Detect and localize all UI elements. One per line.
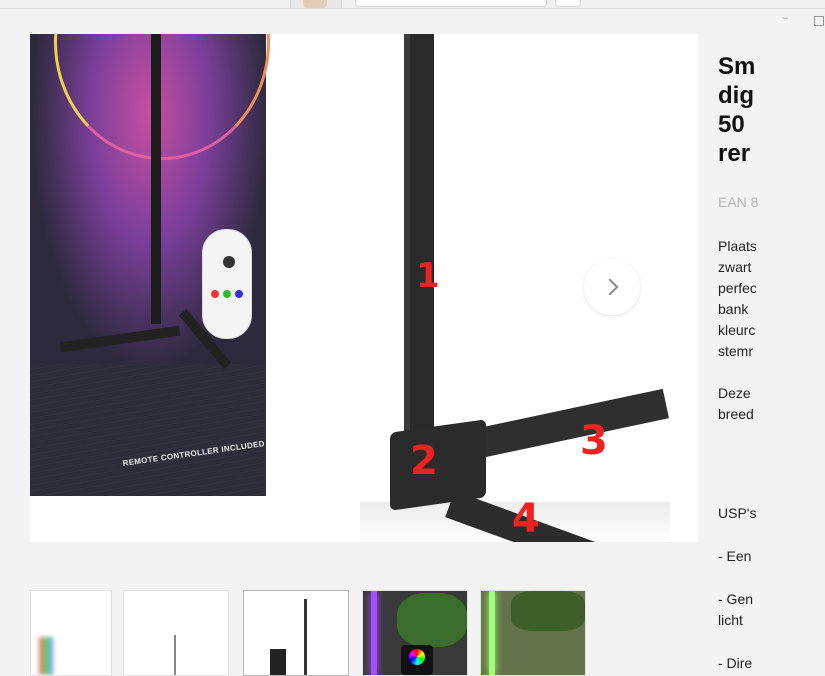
thumbnail-2[interactable] <box>123 590 229 676</box>
thumb-phone <box>401 645 433 675</box>
address-bar[interactable] <box>355 0 547 7</box>
description-line: kleurc <box>718 322 756 338</box>
title-line: rer <box>718 140 751 167</box>
thumb-glow <box>39 637 53 675</box>
thumbnail-strip <box>30 590 698 676</box>
thumbnail-1[interactable] <box>30 590 112 676</box>
thumbnail-4[interactable] <box>362 590 468 676</box>
annotation-4: 4 <box>512 496 540 542</box>
browser-top-strip <box>0 0 825 9</box>
box-line-pattern <box>30 364 266 496</box>
thumb-plant <box>511 591 585 631</box>
chevron-right-icon <box>601 278 619 296</box>
lamp-base-arm <box>476 388 669 458</box>
thumb-box <box>270 649 286 675</box>
thumbnail-3[interactable] <box>243 590 349 676</box>
lamp-pole <box>151 34 161 324</box>
maximize-icon[interactable] <box>814 16 824 26</box>
thumb-light <box>489 591 495 675</box>
next-image-button[interactable] <box>584 259 640 315</box>
annotation-3: 3 <box>580 418 608 464</box>
usp-item: - Dire <box>718 655 753 671</box>
title-line: Sm <box>718 53 756 80</box>
usp-item: licht <box>718 612 743 628</box>
remote-control-image <box>202 229 252 339</box>
toolbar-button[interactable] <box>555 0 581 7</box>
product-info: Sm dig 50 rer EAN 8 Plaats zwart perfec … <box>718 34 825 674</box>
description-line: zwart <box>718 259 752 275</box>
color-wheel <box>409 649 425 665</box>
ean-label: EAN 8 <box>718 194 758 210</box>
product-title: Sm dig 50 rer <box>718 52 778 168</box>
lamp-joint <box>390 419 486 511</box>
thumb-light <box>371 591 377 675</box>
annotation-2: 2 <box>410 438 438 484</box>
description-line: Plaats <box>718 238 756 254</box>
annotation-1: 1 <box>416 256 440 296</box>
usp-item: - Gen <box>718 591 754 607</box>
thumb-pole <box>174 635 176 675</box>
product-page: REMOTE CONTROLLER INCLUDED 1 2 3 4 Sm di… <box>30 34 825 676</box>
product-gallery-main: REMOTE CONTROLLER INCLUDED 1 2 3 4 <box>30 34 698 542</box>
lamp-pole-closeup <box>404 34 434 444</box>
description-line: bank <box>718 301 749 317</box>
image-bg <box>30 496 266 542</box>
description-line: stemr <box>718 343 753 359</box>
browser-tab-thumbnail[interactable] <box>290 0 342 8</box>
description-line: Deze <box>718 385 751 401</box>
thumbnail-5[interactable] <box>480 590 586 676</box>
product-description: Plaats zwart perfec bank kleurc stemr De… <box>718 236 756 425</box>
thumb-plant <box>397 593 467 647</box>
usp-list: USP's - Een - Gen licht - Dire <box>718 503 758 674</box>
description-line: breed <box>718 406 754 422</box>
usp-item: - Een <box>718 548 752 564</box>
title-line: 50 <box>718 111 745 138</box>
thumb-pole <box>304 599 307 675</box>
minimize-icon[interactable]: – <box>782 12 788 24</box>
usp-heading: USP's <box>718 505 757 521</box>
product-box-image: REMOTE CONTROLLER INCLUDED <box>30 34 270 542</box>
title-line: dig <box>718 82 754 109</box>
avatar <box>303 0 327 8</box>
description-line: perfec <box>718 280 756 296</box>
